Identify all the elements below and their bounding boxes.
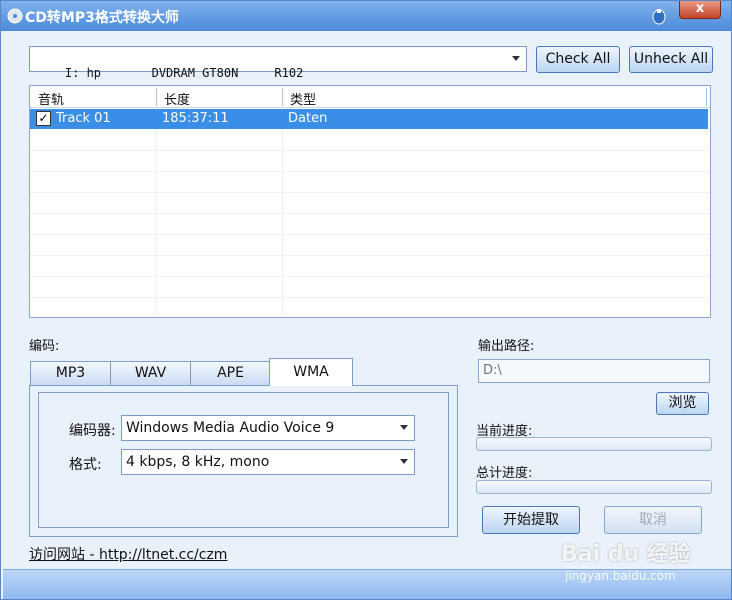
cd-disc-icon bbox=[7, 8, 23, 24]
total-progress-bar bbox=[476, 480, 712, 494]
uncheck-all-button[interactable]: Unheck All bbox=[629, 46, 713, 73]
format-select[interactable]: 4 kbps, 8 kHz, mono bbox=[121, 449, 415, 475]
title-bar[interactable]: CD转MP3格式转换大师 x bbox=[1, 1, 731, 31]
encoding-options-group: 编码器: Windows Media Audio Voice 9 格式: 4 k… bbox=[38, 392, 449, 528]
output-path-input[interactable]: D:\ bbox=[478, 359, 710, 383]
encoder-label: 编码器: bbox=[69, 423, 116, 439]
watermark-url: jingyan.baidu.com bbox=[565, 569, 676, 583]
track-name-cell: Track 01 bbox=[56, 111, 111, 126]
grid-line bbox=[30, 213, 710, 214]
track-list-header: 音轨 长度 类型 bbox=[30, 86, 710, 108]
grid-line bbox=[30, 192, 710, 193]
drive-select[interactable]: I: hp DVDRAM GT80N R102 bbox=[29, 46, 527, 80]
total-progress-label: 总计进度: bbox=[476, 466, 533, 481]
baidu-watermark: Bai du 经验 bbox=[561, 542, 691, 567]
browse-button[interactable]: 浏览 bbox=[656, 392, 709, 415]
start-extract-button[interactable]: 开始提取 bbox=[482, 506, 580, 534]
grid-line bbox=[30, 297, 710, 298]
format-select-value: 4 kbps, 8 kHz, mono bbox=[126, 454, 270, 470]
track-type-cell: Daten bbox=[288, 111, 328, 126]
encoding-panel: 编码器: Windows Media Audio Voice 9 格式: 4 k… bbox=[29, 385, 458, 537]
tab-wma[interactable]: WMA bbox=[269, 358, 353, 386]
output-path-label: 输出路径: bbox=[478, 339, 535, 354]
window-title: CD转MP3格式转换大师 bbox=[25, 10, 179, 26]
close-button[interactable]: x bbox=[679, 1, 721, 19]
column-header-type[interactable]: 类型 bbox=[290, 89, 316, 108]
track-checkbox[interactable]: ✓ bbox=[36, 111, 51, 126]
visit-website-link[interactable]: 访问网站 - http://ltnet.cc/czm bbox=[29, 544, 227, 564]
tab-ape[interactable]: APE bbox=[190, 361, 271, 385]
table-row[interactable]: Track 01 185:37:11 Daten bbox=[30, 109, 708, 129]
grid-line bbox=[30, 150, 710, 151]
encoder-select[interactable]: Windows Media Audio Voice 9 bbox=[121, 415, 415, 441]
column-header-track[interactable]: 音轨 bbox=[38, 89, 64, 108]
grid-line bbox=[30, 171, 710, 172]
cancel-button[interactable]: 取消 bbox=[604, 506, 702, 534]
column-header-length[interactable]: 长度 bbox=[164, 89, 190, 108]
drive-select-value: I: hp DVDRAM GT80N R102 bbox=[64, 66, 304, 80]
encoder-select-value: Windows Media Audio Voice 9 bbox=[126, 420, 335, 436]
chevron-down-icon[interactable] bbox=[512, 56, 520, 61]
format-label: 格式: bbox=[69, 457, 102, 473]
column-divider[interactable] bbox=[706, 88, 707, 106]
check-all-button[interactable]: Check All bbox=[536, 46, 620, 73]
chevron-down-icon[interactable] bbox=[400, 425, 408, 430]
tab-mp3[interactable]: MP3 bbox=[30, 361, 111, 385]
current-progress-bar bbox=[476, 437, 712, 451]
app-window: CD转MP3格式转换大师 x I: hp DVDRAM GT80N R102 C… bbox=[0, 0, 732, 600]
help-icon[interactable] bbox=[651, 7, 667, 25]
grid-line bbox=[30, 276, 710, 277]
grid-line bbox=[30, 234, 710, 235]
column-divider[interactable] bbox=[282, 88, 283, 106]
encoding-label: 编码: bbox=[29, 339, 60, 354]
tab-wav[interactable]: WAV bbox=[110, 361, 191, 385]
chevron-down-icon[interactable] bbox=[400, 459, 408, 464]
column-divider[interactable] bbox=[156, 88, 157, 106]
grid-line bbox=[30, 255, 710, 256]
track-list[interactable]: 音轨 长度 类型 Track 01 185:37:11 Daten ✓ bbox=[29, 85, 711, 318]
track-length-cell: 185:37:11 bbox=[162, 111, 229, 126]
